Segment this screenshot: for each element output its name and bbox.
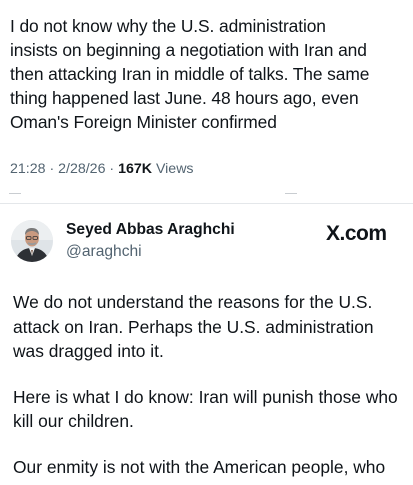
views-count[interactable]: 167K (118, 161, 152, 177)
meta-separator: · (45, 161, 59, 177)
screenshot-page: I do not know why the U.S. administratio… (0, 0, 413, 485)
quoted-tweet-text: I do not know why the U.S. administratio… (10, 16, 370, 132)
section-divider (0, 203, 413, 204)
tweet-text: We do not understand the reasons for the… (13, 290, 408, 485)
author-handle[interactable]: @araghchi (66, 243, 142, 261)
tweet-paragraph: Here is what I do know: Iran will punish… (13, 386, 398, 432)
divider-dash (9, 193, 21, 194)
author-name[interactable]: Seyed Abbas Araghchi (66, 221, 235, 239)
divider-dash (285, 193, 297, 194)
profile-photo-icon (11, 220, 53, 262)
views-label: Views (152, 161, 194, 177)
tweet-paragraph: Our enmity is not with the American peop… (13, 456, 386, 477)
meta-separator: · (105, 161, 119, 177)
tweet-date[interactable]: 2/28/26 (58, 161, 105, 177)
tweet-time[interactable]: 21:28 (10, 161, 46, 177)
tweet-paragraph: We do not understand the reasons for the… (13, 292, 374, 361)
tweet-meta: 21:28 · 2/28/26 · 167K Views (10, 161, 194, 177)
x-logo: X.com (326, 222, 387, 245)
avatar[interactable] (11, 220, 53, 262)
